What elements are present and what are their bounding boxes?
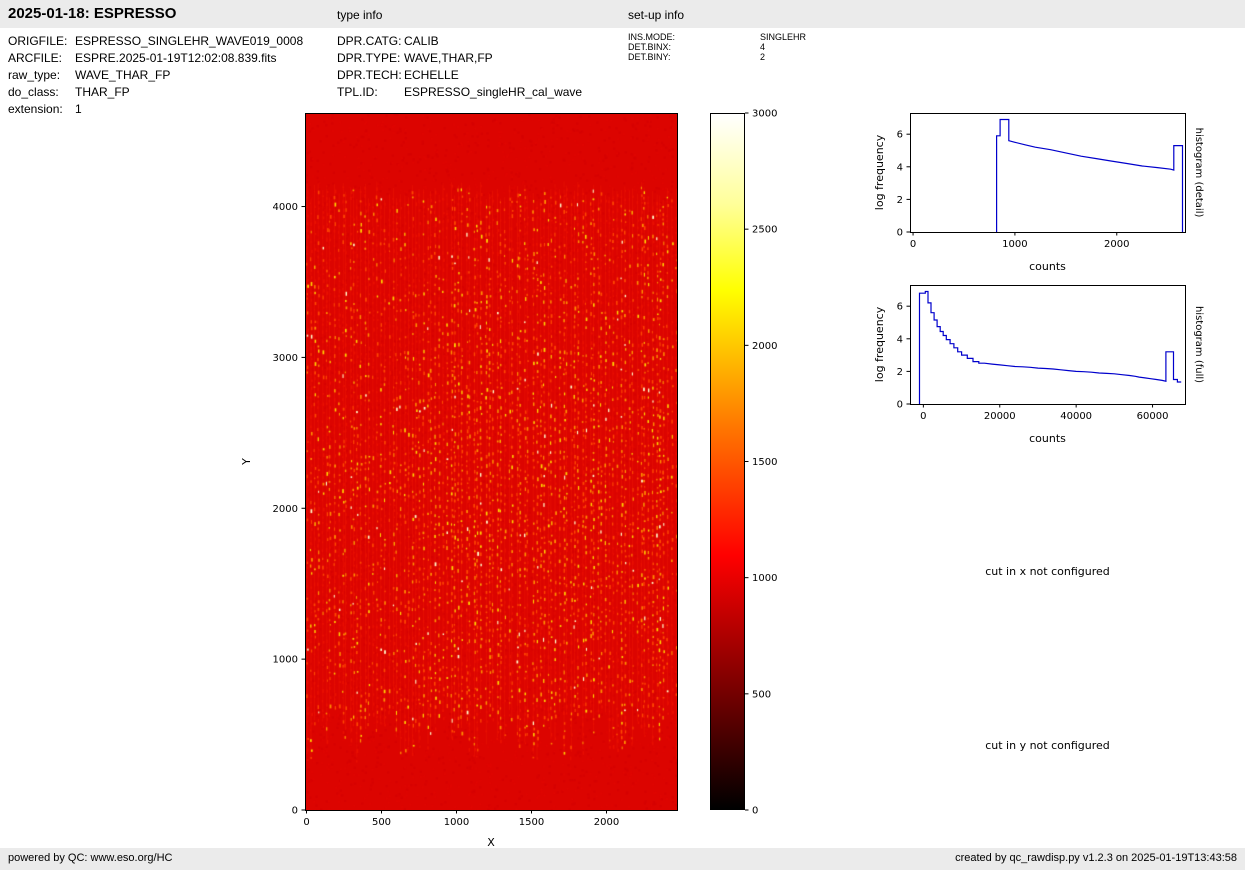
raw_image-x-tick-label: 2000 (594, 817, 619, 828)
setup-info-heading: set-up info (628, 8, 684, 22)
field-value: WAVE,THAR,FP (404, 51, 493, 65)
colorbar-tick-label: 500 (752, 689, 771, 700)
raw_image-y-tick-label: 1000 (273, 655, 298, 666)
file-info-row: do_class:THAR_FP (8, 84, 303, 101)
colorbar-tick-label: 1000 (752, 573, 777, 584)
file-info-block: ORIGFILE:ESPRESSO_SINGLEHR_WAVE019_0008 … (8, 33, 303, 118)
qc-report-page: 2025-01-18: ESPRESSO type info set-up in… (0, 0, 1245, 870)
raw_image-x-tick-label: 1500 (519, 817, 544, 828)
hist_full-right-label: histogram (full) (1193, 306, 1204, 383)
field-label: do_class: (8, 84, 75, 101)
raw_image-y-tick-label: 4000 (273, 202, 298, 213)
colorbar (710, 113, 745, 810)
hist_detail-x-tick-label: 2000 (1104, 239, 1129, 250)
hist_detail-y-tick-label: 4 (897, 162, 903, 173)
field-value: CALIB (404, 34, 439, 48)
raw_image-x-tick-label: 500 (372, 817, 391, 828)
file-info-row: ORIGFILE:ESPRESSO_SINGLEHR_WAVE019_0008 (8, 33, 303, 50)
header-bar: 2025-01-18: ESPRESSO type info set-up in… (0, 0, 1245, 28)
type-info-heading: type info (337, 8, 382, 22)
hist_full-y-axis-label: log frequency (873, 306, 886, 382)
raw-image-canvas (305, 113, 677, 810)
hist_detail-x-axis-label: counts (1029, 260, 1066, 273)
type-info-row: DPR.TYPE:WAVE,THAR,FP (337, 50, 582, 67)
type-info-block: DPR.CATG:CALIB DPR.TYPE:WAVE,THAR,FP DPR… (337, 33, 582, 101)
hist_full-x-tick-label: 40000 (1060, 411, 1092, 422)
field-label: DPR.CATG: (337, 33, 404, 50)
raw_image-y-tick-label: 2000 (273, 504, 298, 515)
field-label: TPL.ID: (337, 84, 404, 101)
setup-info-row: DET.BINY:2 (628, 52, 806, 62)
field-label: DPR.TECH: (337, 67, 404, 84)
footer-right: created by qc_rawdisp.py v1.2.3 on 2025-… (955, 852, 1237, 864)
colorbar-tick-label: 0 (752, 806, 758, 817)
hist_detail-y-tick-label: 6 (897, 130, 903, 141)
field-label: INS.MODE: (628, 32, 760, 42)
cut-y-message: cut in y not configured (910, 739, 1185, 752)
field-label: DET.BINY: (628, 52, 760, 62)
colorbar-tick-label: 1500 (752, 457, 777, 468)
raw_image-y-tick-label: 0 (292, 806, 298, 817)
field-value: SINGLEHR (760, 32, 806, 42)
setup-info-row: INS.MODE:SINGLEHR (628, 32, 806, 42)
raw_image-x-tick-label: 1000 (444, 817, 469, 828)
hist_full-x-tick-label: 60000 (1137, 411, 1169, 422)
colorbar-tick-label: 2500 (752, 225, 777, 236)
hist_detail-y-tick-label: 2 (897, 195, 903, 206)
hist_detail-line (997, 120, 1183, 233)
type-info-row: DPR.CATG:CALIB (337, 33, 582, 50)
field-value: ESPRESSO_singleHR_cal_wave (404, 85, 582, 99)
hist_detail-frame (911, 114, 1186, 233)
field-value: ECHELLE (404, 68, 459, 82)
raw_image-x-tick-label: 0 (303, 817, 309, 828)
colorbar-tick-label: 2000 (752, 341, 777, 352)
raw_image-y-tick-label: 3000 (273, 353, 298, 364)
field-label: ARCFILE: (8, 50, 75, 67)
hist_detail-x-tick-label: 1000 (1002, 239, 1027, 250)
footer-bar: powered by QC: www.eso.org/HC created by… (0, 848, 1245, 870)
field-value: ESPRESSO_SINGLEHR_WAVE019_0008 (75, 34, 303, 48)
type-info-row: TPL.ID:ESPRESSO_singleHR_cal_wave (337, 84, 582, 101)
field-label: ORIGFILE: (8, 33, 75, 50)
field-label: DET.BINX: (628, 42, 760, 52)
raw_image-y-axis-label: Y (240, 458, 253, 466)
hist_full-x-tick-label: 0 (920, 411, 926, 422)
hist_detail-right-label: histogram (detail) (1193, 128, 1204, 218)
field-value: 1 (75, 102, 82, 116)
field-value: 2 (760, 52, 765, 62)
hist_detail-y-tick-label: 0 (897, 228, 903, 239)
field-value: WAVE_THAR_FP (75, 68, 170, 82)
hist_full-x-axis-label: counts (1029, 432, 1066, 445)
hist_full-frame (911, 286, 1186, 405)
hist_full-x-tick-label: 20000 (984, 411, 1016, 422)
page-title: 2025-01-18: ESPRESSO (8, 5, 176, 22)
setup-info-block: INS.MODE:SINGLEHR DET.BINX:4 DET.BINY:2 (628, 32, 806, 62)
hist_full-y-tick-label: 0 (897, 400, 903, 411)
field-value: THAR_FP (75, 85, 130, 99)
file-info-row: ARCFILE:ESPRE.2025-01-19T12:02:08.839.fi… (8, 50, 303, 67)
colorbar-tick-label: 3000 (752, 109, 777, 120)
field-label: extension: (8, 101, 75, 118)
hist_full-line (920, 292, 1182, 405)
field-label: DPR.TYPE: (337, 50, 404, 67)
field-value: 4 (760, 42, 765, 52)
hist_full-y-tick-label: 6 (897, 302, 903, 313)
field-label: raw_type: (8, 67, 75, 84)
hist_detail-x-tick-label: 0 (910, 239, 916, 250)
hist_full-y-tick-label: 2 (897, 367, 903, 378)
footer-left: powered by QC: www.eso.org/HC (8, 852, 172, 864)
field-value: ESPRE.2025-01-19T12:02:08.839.fits (75, 51, 276, 65)
file-info-row: extension:1 (8, 101, 303, 118)
setup-info-row: DET.BINX:4 (628, 42, 806, 52)
cut-x-message: cut in x not configured (910, 565, 1185, 578)
file-info-row: raw_type:WAVE_THAR_FP (8, 67, 303, 84)
hist_full-y-tick-label: 4 (897, 334, 903, 345)
hist_detail-y-axis-label: log frequency (873, 134, 886, 210)
type-info-row: DPR.TECH:ECHELLE (337, 67, 582, 84)
